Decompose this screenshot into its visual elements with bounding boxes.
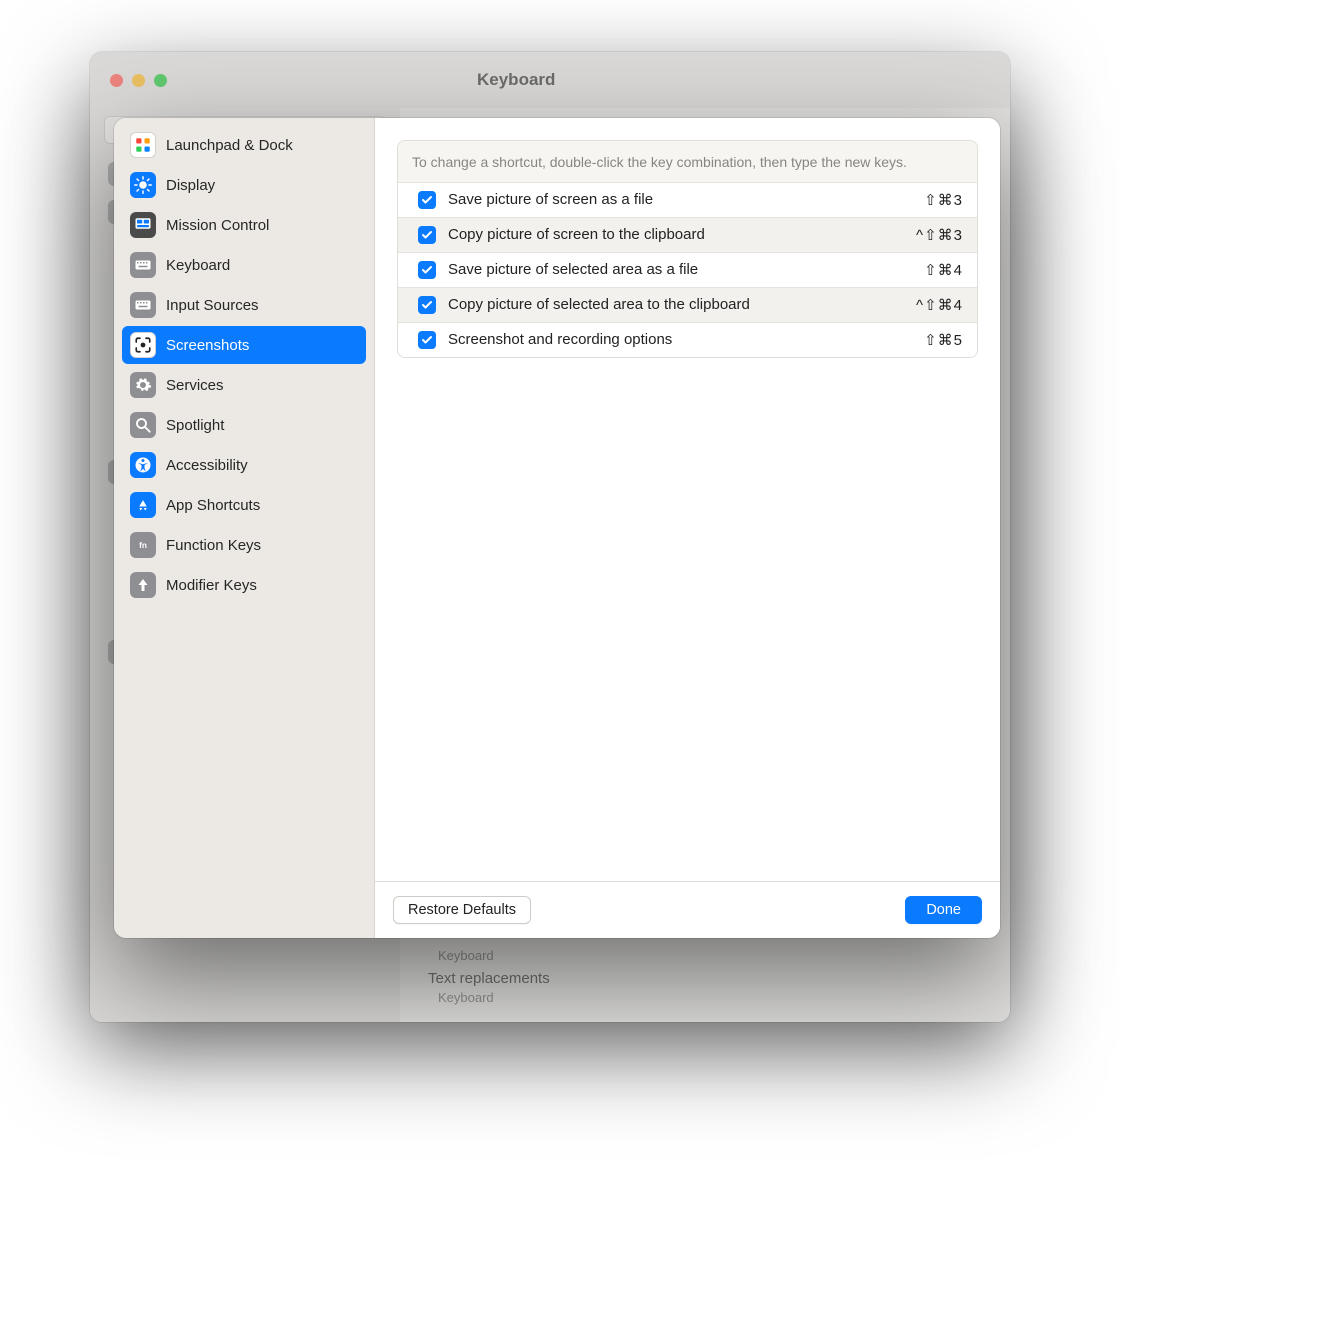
screenshots-icon: [130, 332, 156, 358]
category-label: Launchpad & Dock: [166, 137, 293, 154]
shortcut-row[interactable]: Save picture of screen as a file ⇧⌘3: [398, 182, 977, 217]
category-input[interactable]: Input Sources: [122, 286, 366, 324]
category-launchpad[interactable]: Launchpad & Dock: [122, 126, 366, 164]
category-keyboard[interactable]: Keyboard: [122, 246, 366, 284]
shortcut-checkbox[interactable]: [418, 261, 436, 279]
category-spotlight[interactable]: Spotlight: [122, 406, 366, 444]
panel-hint: To change a shortcut, double-click the k…: [398, 141, 977, 182]
keyboard-section-label-2: Keyboard: [438, 990, 494, 1005]
spotlight-icon: [130, 412, 156, 438]
category-label: Modifier Keys: [166, 577, 257, 594]
shortcut-keys[interactable]: ^⇧⌘4: [916, 296, 963, 314]
shortcut-checkbox[interactable]: [418, 191, 436, 209]
category-label: Mission Control: [166, 217, 269, 234]
category-accessibility[interactable]: Accessibility: [122, 446, 366, 484]
shortcut-keys[interactable]: ⇧⌘5: [924, 331, 963, 349]
shortcut-checkbox[interactable]: [418, 331, 436, 349]
category-appshortcuts[interactable]: App Shortcuts: [122, 486, 366, 524]
category-label: Display: [166, 177, 215, 194]
category-mission[interactable]: Mission Control: [122, 206, 366, 244]
keyboard-icon: [130, 252, 156, 278]
window-controls: [110, 74, 167, 87]
shortcut-keys[interactable]: ^⇧⌘3: [916, 226, 963, 244]
shortcuts-sheet: Launchpad & Dock Display Mission Control Ke…: [114, 118, 1000, 938]
app-shortcuts-icon: [130, 492, 156, 518]
category-label: Services: [166, 377, 224, 394]
shortcut-checkbox[interactable]: [418, 226, 436, 244]
zoom-window-button[interactable]: [154, 74, 167, 87]
page-title: Keyboard: [477, 70, 555, 90]
keyboard-section-label: Keyboard: [438, 948, 494, 963]
category-modifierkeys[interactable]: Modifier Keys: [122, 566, 366, 604]
text-replacements-label: Text replacements: [428, 970, 550, 987]
titlebar: Keyboard: [90, 52, 1010, 108]
shortcut-row[interactable]: Save picture of selected area as a file ⇧…: [398, 252, 977, 287]
shortcut-keys[interactable]: ⇧⌘4: [924, 261, 963, 279]
shortcut-label: Save picture of selected area as a file: [448, 261, 912, 278]
restore-defaults-button[interactable]: Restore Defaults: [393, 896, 531, 924]
shortcuts-panel: To change a shortcut, double-click the k…: [397, 140, 978, 358]
category-display[interactable]: Display: [122, 166, 366, 204]
shortcut-row[interactable]: Screenshot and recording options ⇧⌘5: [398, 322, 977, 357]
shortcut-checkbox[interactable]: [418, 296, 436, 314]
category-label: Spotlight: [166, 417, 224, 434]
accessibility-icon: [130, 452, 156, 478]
launchpad-icon: [130, 132, 156, 158]
input-sources-icon: [130, 292, 156, 318]
shortcut-row[interactable]: Copy picture of selected area to the cli…: [398, 287, 977, 322]
shortcut-row[interactable]: Copy picture of screen to the clipboard ^…: [398, 217, 977, 252]
category-label: Input Sources: [166, 297, 259, 314]
category-label: Screenshots: [166, 337, 249, 354]
category-label: Accessibility: [166, 457, 248, 474]
close-window-button[interactable]: [110, 74, 123, 87]
shortcut-label: Save picture of screen as a file: [448, 191, 912, 208]
shortcut-category-list: Launchpad & Dock Display Mission Control Ke…: [114, 118, 374, 938]
shortcut-label: Copy picture of selected area to the cli…: [448, 296, 904, 313]
shortcut-label: Screenshot and recording options: [448, 331, 912, 348]
category-label: App Shortcuts: [166, 497, 260, 514]
display-icon: [130, 172, 156, 198]
category-services[interactable]: Services: [122, 366, 366, 404]
category-label: Keyboard: [166, 257, 230, 274]
done-button[interactable]: Done: [905, 896, 982, 924]
mission-control-icon: [130, 212, 156, 238]
shortcut-keys[interactable]: ⇧⌘3: [924, 191, 963, 209]
function-keys-icon: [130, 532, 156, 558]
services-icon: [130, 372, 156, 398]
modifier-keys-icon: [130, 572, 156, 598]
category-functionkeys[interactable]: Function Keys: [122, 526, 366, 564]
category-label: Function Keys: [166, 537, 261, 554]
category-screenshots[interactable]: Screenshots: [122, 326, 366, 364]
minimize-window-button[interactable]: [132, 74, 145, 87]
shortcut-label: Copy picture of screen to the clipboard: [448, 226, 904, 243]
